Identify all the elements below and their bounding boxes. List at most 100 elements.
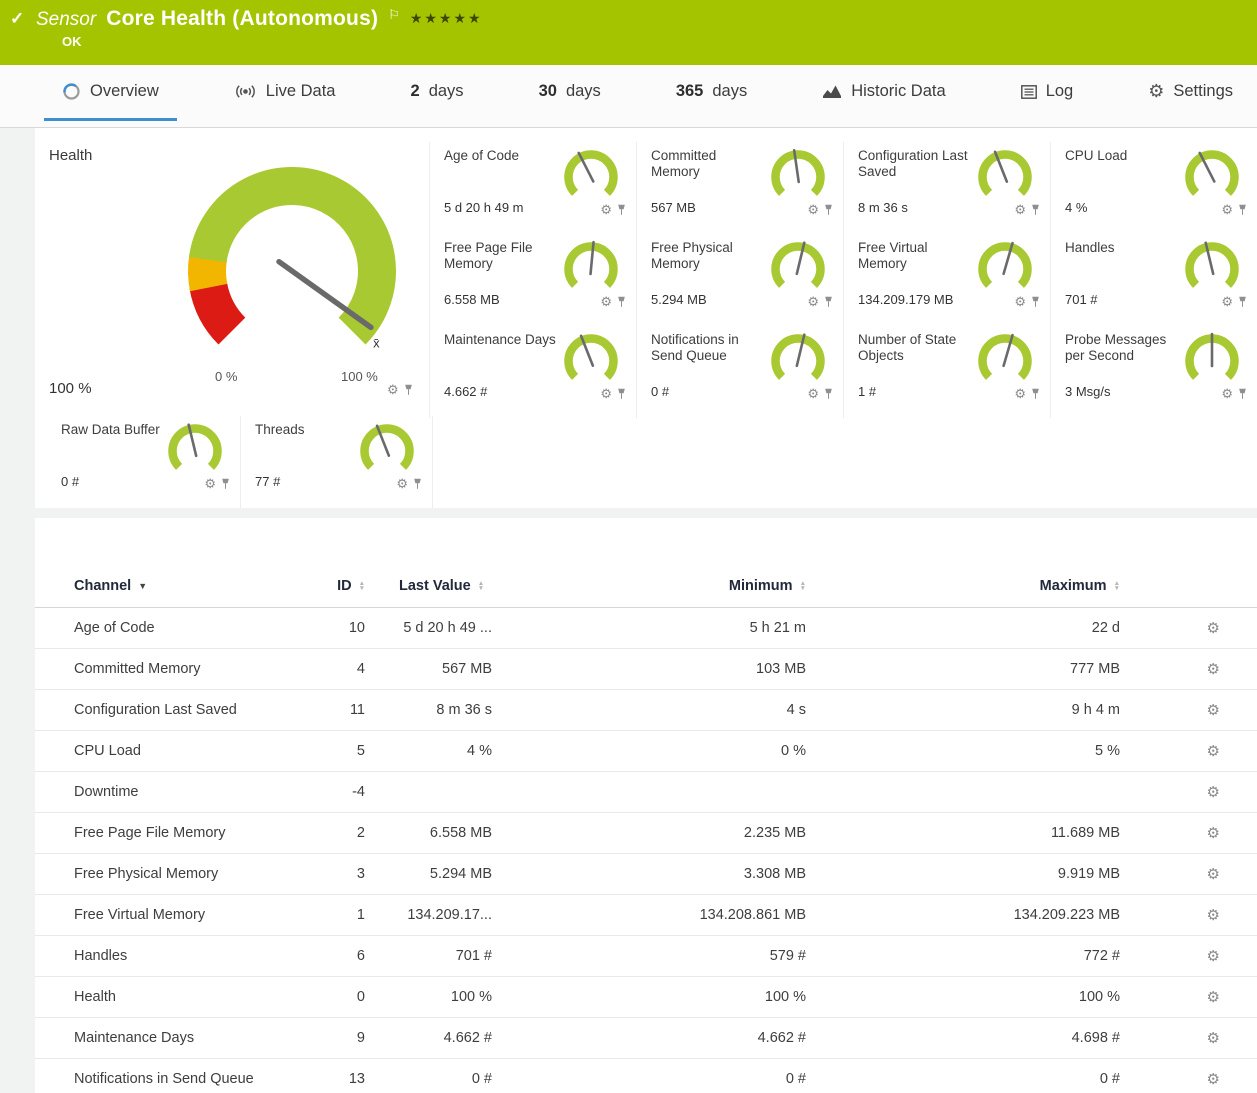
gauge-configuration-last-saved: Configuration Last Saved8 m 36 s⚙ <box>843 142 1050 234</box>
channel-table-header: Channel▼ID▲▼Last Value▲▼Minimum▲▼Maximum… <box>35 564 1257 608</box>
health-scale-max: 100 % <box>341 369 378 384</box>
gauge-settings-icon[interactable]: ⚙ <box>807 295 819 308</box>
tab-live-data[interactable]: Live Data <box>216 65 354 121</box>
channel-row-health: Health0100 %100 %100 %⚙ <box>35 977 1257 1018</box>
channel-last-value: 4 % <box>365 743 492 759</box>
gauge-pin-icon[interactable] <box>824 204 833 216</box>
tab-2-days[interactable]: 2days <box>393 65 482 121</box>
gauge-settings-icon[interactable]: ⚙ <box>600 295 612 308</box>
sensor-header: ✓ Sensor Core Health (Autonomous) ⚐ ★★★★… <box>0 0 1257 65</box>
gauge-pin-icon[interactable] <box>824 388 833 400</box>
channel-settings-icon[interactable]: ⚙ <box>1207 620 1220 637</box>
channel-settings-icon[interactable]: ⚙ <box>1207 702 1220 719</box>
column-header-channel[interactable]: Channel▼ <box>74 578 285 594</box>
channel-name: Free Virtual Memory <box>74 907 285 923</box>
gauge-age-of-code: Age of Code5 d 20 h 49 m⚙ <box>429 142 636 234</box>
health-settings-icon[interactable]: ⚙ <box>387 383 399 396</box>
gauge-pin-icon[interactable] <box>221 478 230 490</box>
channel-settings-icon[interactable]: ⚙ <box>1207 948 1220 965</box>
gauge-pin-icon[interactable] <box>413 478 422 490</box>
channel-settings-icon[interactable]: ⚙ <box>1207 743 1220 760</box>
page-title: Core Health (Autonomous) <box>106 7 378 31</box>
tab-number: 30 <box>539 82 557 101</box>
tab-365-days[interactable]: 365days <box>658 65 765 121</box>
gauge-settings-icon[interactable]: ⚙ <box>1221 203 1233 216</box>
channel-id: -4 <box>285 784 365 800</box>
channel-maximum: 100 % <box>806 989 1120 1005</box>
channel-name: Age of Code <box>74 620 285 636</box>
tab-label: days <box>429 82 464 101</box>
gauge-settings-icon[interactable]: ⚙ <box>396 477 408 490</box>
priority-stars[interactable]: ★★★★★ <box>410 10 483 27</box>
gauge-dial <box>164 418 226 480</box>
channel-row-maintenance-days: Maintenance Days94.662 #4.662 #4.698 #⚙ <box>35 1018 1257 1059</box>
column-header-min[interactable]: Minimum▲▼ <box>492 578 806 594</box>
health-pin-icon[interactable] <box>404 384 413 396</box>
gauge-free-virtual-memory: Free Virtual Memory134.209.179 MB⚙ <box>843 234 1050 326</box>
channel-id: 2 <box>285 825 365 841</box>
gauge-pin-icon[interactable] <box>617 388 626 400</box>
channel-settings-icon[interactable]: ⚙ <box>1207 784 1220 801</box>
health-average-marker: x̄ <box>373 336 380 351</box>
tab-historic-data[interactable]: Historic Data <box>804 65 963 121</box>
channel-id: 5 <box>285 743 365 759</box>
channel-settings-icon[interactable]: ⚙ <box>1207 1030 1220 1047</box>
channel-settings-icon[interactable]: ⚙ <box>1207 989 1220 1006</box>
column-header-last[interactable]: Last Value▲▼ <box>365 578 492 594</box>
gauge-dial <box>1181 328 1243 390</box>
column-label: Channel <box>74 578 131 594</box>
flag-icon[interactable]: ⚐ <box>388 7 400 23</box>
gauge-pin-icon[interactable] <box>617 204 626 216</box>
channel-settings-icon[interactable]: ⚙ <box>1207 866 1220 883</box>
gauge-pin-icon[interactable] <box>1031 388 1040 400</box>
gauge-settings-icon[interactable]: ⚙ <box>807 387 819 400</box>
health-gauge-title: Health <box>49 147 92 164</box>
gauge-settings-icon[interactable]: ⚙ <box>1221 295 1233 308</box>
gauge-pin-icon[interactable] <box>1238 204 1247 216</box>
column-header-max[interactable]: Maximum▲▼ <box>806 578 1120 594</box>
gauge-pin-icon[interactable] <box>1031 296 1040 308</box>
gauge-settings-icon[interactable]: ⚙ <box>1221 387 1233 400</box>
channel-minimum: 3.308 MB <box>492 866 806 882</box>
gauge-settings-icon[interactable]: ⚙ <box>1014 295 1026 308</box>
gauge-value: 77 # <box>255 474 280 489</box>
gauge-dial <box>974 328 1036 390</box>
channel-row-age-of-code: Age of Code105 d 20 h 49 ...5 h 21 m22 d… <box>35 608 1257 649</box>
gauge-value: 8 m 36 s <box>858 200 908 215</box>
gauge-settings-icon[interactable]: ⚙ <box>600 387 612 400</box>
channel-name: Configuration Last Saved <box>74 702 285 718</box>
gauge-settings-icon[interactable]: ⚙ <box>204 477 216 490</box>
gauge-pin-icon[interactable] <box>824 296 833 308</box>
gauge-pin-icon[interactable] <box>1238 388 1247 400</box>
channels-panel: Channel▼ID▲▼Last Value▲▼Minimum▲▼Maximum… <box>35 518 1257 1093</box>
channel-settings-icon[interactable]: ⚙ <box>1207 1071 1220 1088</box>
gauge-notifications-in-send-queue: Notifications in Send Queue0 #⚙ <box>636 326 843 418</box>
channel-settings-icon[interactable]: ⚙ <box>1207 661 1220 678</box>
channel-row-free-virtual-memory: Free Virtual Memory1134.209.17...134.208… <box>35 895 1257 936</box>
gauge-settings-icon[interactable]: ⚙ <box>1014 387 1026 400</box>
tab-overview[interactable]: Overview <box>44 65 177 121</box>
gauge-pin-icon[interactable] <box>1238 296 1247 308</box>
channel-settings-icon[interactable]: ⚙ <box>1207 825 1220 842</box>
gauge-settings-icon[interactable]: ⚙ <box>807 203 819 216</box>
channel-name: Committed Memory <box>74 661 285 677</box>
channel-maximum: 11.689 MB <box>806 825 1120 841</box>
sort-icon: ▲▼ <box>478 581 484 591</box>
gauge-dial <box>560 328 622 390</box>
tab-log[interactable]: Log <box>1003 65 1092 121</box>
gauge-settings-icon[interactable]: ⚙ <box>600 203 612 216</box>
gauge-value: 567 MB <box>651 200 696 215</box>
gauge-pin-icon[interactable] <box>617 296 626 308</box>
gauge-value: 0 # <box>61 474 79 489</box>
column-label: ID <box>337 578 352 594</box>
channel-minimum: 5 h 21 m <box>492 620 806 636</box>
column-header-id[interactable]: ID▲▼ <box>285 578 365 594</box>
tab-settings[interactable]: ⚙Settings <box>1130 65 1251 121</box>
channel-minimum: 0 % <box>492 743 806 759</box>
gauge-pin-icon[interactable] <box>1031 204 1040 216</box>
tab-30-days[interactable]: 30days <box>521 65 619 121</box>
channel-settings-icon[interactable]: ⚙ <box>1207 907 1220 924</box>
gauge-settings-icon[interactable]: ⚙ <box>1014 203 1026 216</box>
gauge-dial <box>560 144 622 206</box>
tab-bar: OverviewLive Data2days30days365daysHisto… <box>0 65 1257 128</box>
